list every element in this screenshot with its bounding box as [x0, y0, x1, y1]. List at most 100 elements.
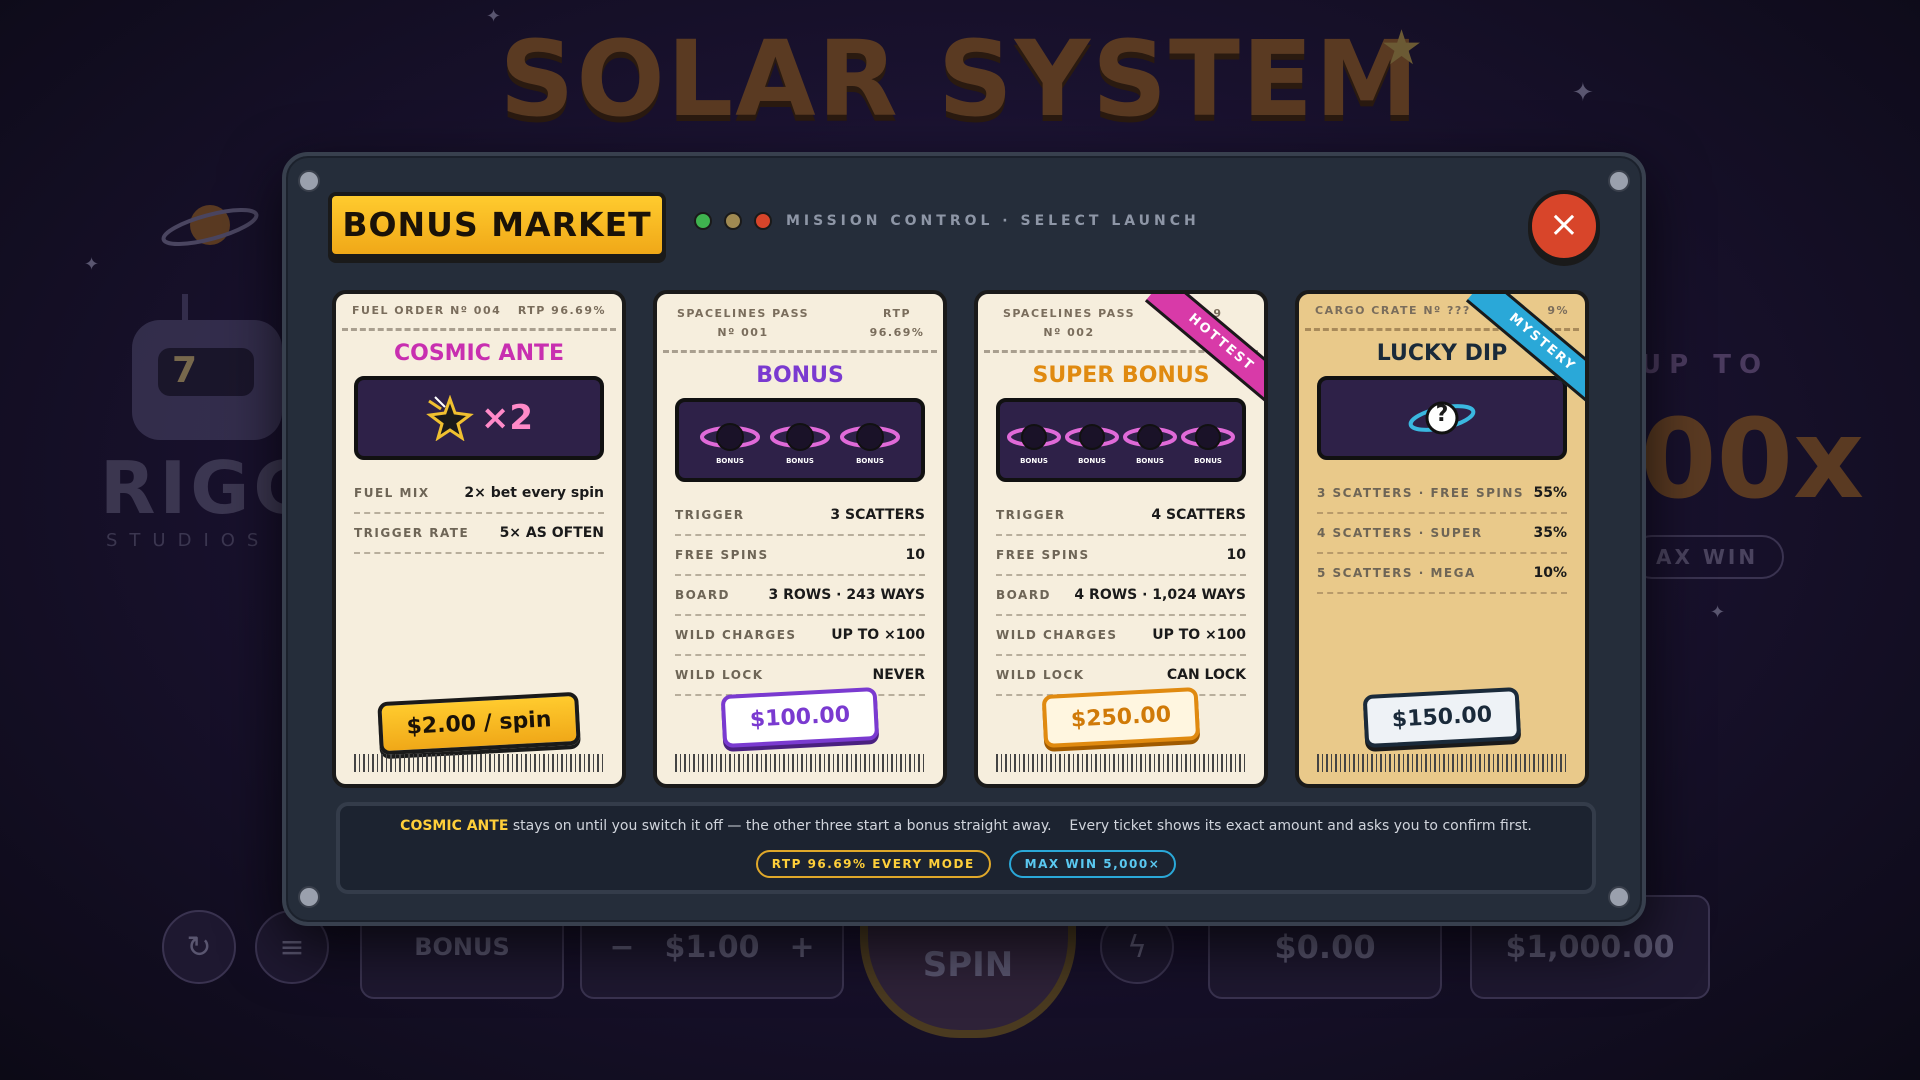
- detail-row: WILD CHARGES UP TO ×100: [996, 616, 1246, 656]
- ticket-lucky-dip[interactable]: CARGO CRATE Nº ??? 9% MYSTERY LUCKY DIP …: [1295, 290, 1589, 788]
- detail-key: TRIGGER: [996, 508, 1066, 522]
- lightning-icon: ϟ: [1127, 929, 1147, 965]
- detail-row: FUEL MIX 2× bet every spin: [354, 474, 604, 514]
- detail-key: BOARD: [675, 588, 731, 602]
- menu-icon: ≡: [279, 929, 305, 965]
- status-dot-green: [694, 212, 712, 230]
- ticket-details: FUEL MIX 2× bet every spin TRIGGER RATE 5×…: [354, 474, 604, 554]
- status-dot-red: [754, 212, 772, 230]
- close-icon: ×: [1548, 204, 1580, 245]
- detail-row: 3 SCATTERS · FREE SPINS 55%: [1317, 474, 1567, 514]
- detail-key: WILD CHARGES: [996, 628, 1118, 642]
- info-footer: COSMIC ANTE stays on until you switch it…: [336, 802, 1596, 894]
- rivet: [298, 170, 320, 192]
- ticket-super-bonus[interactable]: SPACELINES PASS Nº 002 9 HOTTEST SUPER B…: [974, 290, 1268, 788]
- bonus-planet-icon: BONUS: [1180, 415, 1236, 465]
- max-win-value: 00x: [1640, 395, 1865, 523]
- footer-description: stays on until you switch it off — the o…: [512, 818, 1532, 834]
- bet-minus-button[interactable]: −: [609, 930, 634, 965]
- status-dot-yellow: [724, 212, 742, 230]
- barcode: [675, 754, 925, 772]
- footer-pills: RTP 96.69% EVERY MODE MAX WIN 5,000×: [340, 850, 1592, 878]
- detail-key: FREE SPINS: [996, 548, 1090, 562]
- footer-text: COSMIC ANTE stays on until you switch it…: [340, 818, 1592, 834]
- ticket-details: TRIGGER 4 SCATTERS FREE SPINS 10 BOARD 4 RO…: [996, 496, 1246, 696]
- rocket-star-icon: [426, 395, 474, 441]
- rivet: [1608, 170, 1630, 192]
- studio-name: RIGG: [100, 446, 317, 530]
- detail-row: WILD CHARGES UP TO ×100: [675, 616, 925, 656]
- detail-value: 10: [1226, 547, 1246, 563]
- mystery-planet-icon: ?: [1407, 392, 1477, 444]
- price-button[interactable]: $150.00: [1362, 686, 1522, 749]
- detail-row: BOARD 3 ROWS · 243 WAYS: [675, 576, 925, 616]
- studio-sub: STUDIOS: [106, 530, 271, 551]
- detail-value: 35%: [1533, 525, 1567, 541]
- bonus-planet-icon: BONUS: [1064, 415, 1120, 465]
- detail-row: FREE SPINS 10: [675, 536, 925, 576]
- studio-logo: 7 RIGG STUDIOS: [100, 294, 317, 551]
- detail-value: UP TO ×100: [831, 627, 925, 643]
- bonus-buy-label: BONUS: [414, 933, 510, 961]
- ticket-details: TRIGGER 3 SCATTERS FREE SPINS 10 BOARD 3 RO…: [675, 496, 925, 696]
- detail-value: 4 ROWS · 1,024 WAYS: [1074, 587, 1246, 603]
- spin-label: SPIN: [922, 945, 1014, 985]
- detail-value: NEVER: [872, 667, 925, 683]
- barcode: [996, 754, 1246, 772]
- detail-row: 5 SCATTERS · MEGA 10%: [1317, 554, 1567, 594]
- price-button[interactable]: $100.00: [720, 686, 880, 749]
- star-icon: ✦: [1710, 602, 1726, 623]
- max-win-upto: UP TO: [1640, 350, 1770, 380]
- max-win-pill: MAX WIN 5,000×: [1008, 850, 1177, 878]
- refresh-button[interactable]: ↻: [162, 910, 236, 984]
- modal-subtitle: MISSION CONTROL · SELECT LAUNCH: [786, 213, 1200, 229]
- detail-value: 4 SCATTERS: [1151, 507, 1246, 523]
- detail-value: CAN LOCK: [1166, 667, 1246, 683]
- footer-highlight: COSMIC ANTE: [400, 818, 509, 834]
- bet-plus-button[interactable]: +: [789, 930, 814, 965]
- robot-icon: 7: [132, 294, 282, 440]
- status-lights: MISSION CONTROL · SELECT LAUNCH: [694, 212, 1200, 230]
- detail-key: WILD LOCK: [996, 668, 1085, 682]
- detail-value: 3 ROWS · 243 WAYS: [768, 587, 925, 603]
- ticket-cosmic-ante[interactable]: FUEL ORDER Nº 004 RTP 96.69% COSMIC ANTE…: [332, 290, 626, 788]
- detail-value: 55%: [1533, 485, 1567, 501]
- ticket-name: BONUS: [756, 363, 844, 388]
- close-button[interactable]: ×: [1528, 190, 1600, 262]
- bonus-planet-icon: BONUS: [768, 415, 832, 465]
- price-button[interactable]: $250.00: [1041, 686, 1201, 749]
- detail-key: WILD CHARGES: [675, 628, 797, 642]
- detail-value: 2× bet every spin: [464, 485, 604, 501]
- ticket-art: BONUS BONUS BONUS BONUS: [996, 398, 1246, 482]
- barcode: [1317, 754, 1567, 772]
- bonus-planet-icon: BONUS: [698, 415, 762, 465]
- planet-icon: [161, 205, 259, 246]
- ticket-bonus[interactable]: SPACELINES PASS Nº 001 RTP 96.69% BONUS …: [653, 290, 947, 788]
- refresh-icon: ↻: [186, 929, 212, 965]
- detail-key: BOARD: [996, 588, 1052, 602]
- detail-key: 4 SCATTERS · SUPER: [1317, 526, 1483, 540]
- price-button[interactable]: $2.00 / spin: [377, 691, 581, 756]
- ticket-rtp: RTP 96.69%: [869, 307, 925, 339]
- barcode: [354, 754, 604, 772]
- detail-value: 10%: [1533, 565, 1567, 581]
- ticket-art: BONUS BONUS BONUS: [675, 398, 925, 482]
- detail-row: TRIGGER RATE 5× AS OFTEN: [354, 514, 604, 554]
- win-value: $0.00: [1274, 928, 1376, 966]
- balance-value: $1,000.00: [1505, 929, 1675, 965]
- rtp-pill: RTP 96.69% EVERY MODE: [755, 850, 991, 878]
- rivet: [1608, 886, 1630, 908]
- star-icon: ★: [1380, 20, 1424, 76]
- detail-value: 3 SCATTERS: [830, 507, 925, 523]
- max-win-label: AX WIN: [1630, 535, 1785, 579]
- detail-row: BOARD 4 ROWS · 1,024 WAYS: [996, 576, 1246, 616]
- ticket-art: ×2: [354, 376, 604, 460]
- logo-glyph: 7: [172, 350, 198, 391]
- modal-title: BONUS MARKET: [328, 192, 666, 258]
- detail-row: TRIGGER 4 SCATTERS: [996, 496, 1246, 536]
- bet-value: $1.00: [664, 929, 760, 965]
- detail-key: 5 SCATTERS · MEGA: [1317, 566, 1476, 580]
- ticket-name: SUPER BONUS: [1032, 363, 1210, 388]
- detail-value: 5× AS OFTEN: [499, 525, 604, 541]
- bonus-planet-icon: BONUS: [1006, 415, 1062, 465]
